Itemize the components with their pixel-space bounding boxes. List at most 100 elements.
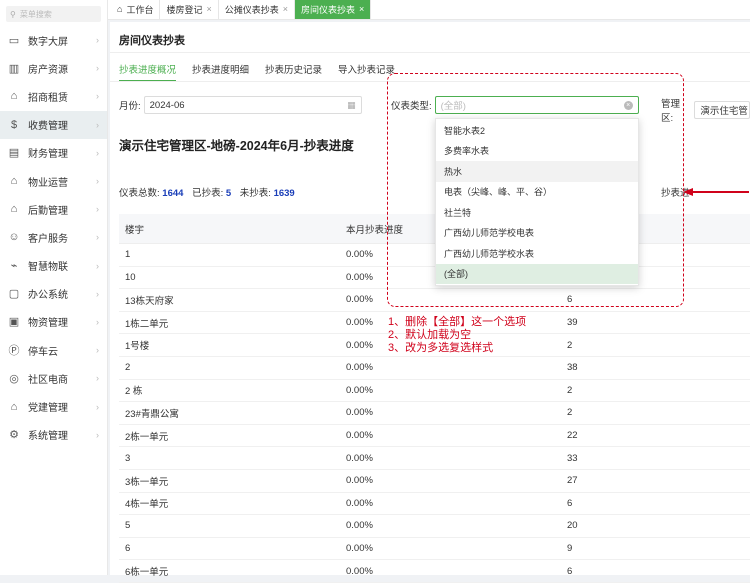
ledger-icon: ▤ xyxy=(8,147,20,160)
dropdown-option[interactable]: 多费率水表 xyxy=(436,141,638,162)
sidebar-item[interactable]: $ 收费管理 › xyxy=(0,110,107,139)
table-row: 2 栋 0.00% 2 xyxy=(119,380,750,403)
cell-progress: 0.00% xyxy=(346,384,373,396)
tab-label: 工作台 xyxy=(126,4,154,15)
sidebar-item[interactable]: ⚙ 系统管理 › xyxy=(0,421,107,449)
cell-count: 22 xyxy=(567,430,578,442)
cell-count: 6 xyxy=(567,294,573,306)
sidebar-item[interactable]: ▤ 财务管理 › xyxy=(0,139,107,167)
cell-count: 27 xyxy=(567,475,578,487)
cell-progress: 0.00% xyxy=(346,430,373,442)
menu-search-input[interactable]: ⚲ 菜单搜索 xyxy=(6,6,101,22)
tab-label: 楼房登记 xyxy=(166,4,203,15)
cell-building: 1号楼 xyxy=(125,341,150,353)
table-row: 23#青鼎公寓 0.00% 2 xyxy=(119,402,750,425)
cell-building: 3 xyxy=(125,452,131,464)
dropdown-option[interactable]: 热水 xyxy=(436,161,638,182)
briefcase-icon: ▢ xyxy=(8,288,20,301)
sidebar-item[interactable]: ⌂ 招商租赁 › xyxy=(0,82,107,110)
box-icon: ▣ xyxy=(8,316,20,329)
annotation-note: 1、删除【全部】这一个选项 2、默认加载为空 3、改为多选复选样式 xyxy=(388,316,526,355)
tab[interactable]: 楼房登记 × xyxy=(160,0,219,19)
tab-label: 公摊仪表抄表 xyxy=(224,4,279,15)
sidebar-item[interactable]: ⌂ 后勤管理 › xyxy=(0,195,107,223)
total-count: 1644 xyxy=(162,188,184,199)
subtab[interactable]: 导入抄表记录 xyxy=(338,62,395,82)
cell-building: 6 xyxy=(125,543,131,555)
money-bag-icon: $ xyxy=(10,118,18,131)
cell-count: 6 xyxy=(567,497,573,509)
meter-type-select[interactable]: (全部) × xyxy=(434,96,639,114)
report-title: 演示住宅管理区-地磅-2024年6月-抄表进度 xyxy=(119,139,354,153)
chevron-right-icon: › xyxy=(96,401,99,412)
chevron-right-icon: › xyxy=(96,204,99,215)
sidebar-item[interactable]: ▣ 物资管理 › xyxy=(0,308,107,336)
management-select[interactable]: 演示住宅管 xyxy=(694,101,750,119)
operations-icon: ⌂ xyxy=(10,175,18,188)
chevron-right-icon: › xyxy=(96,316,99,327)
dropdown-option[interactable]: (全部) xyxy=(436,263,638,284)
sidebar-item[interactable]: ▥ 房产资源 › xyxy=(0,54,107,82)
search-icon: ⚲ xyxy=(10,9,16,19)
tab[interactable]: 房间仪表抄表 × xyxy=(295,0,372,19)
parking-icon: Ⓟ xyxy=(8,345,20,358)
sidebar-item[interactable]: ☺ 客户服务 › xyxy=(0,223,107,251)
house-icon: ⌂ xyxy=(10,90,18,103)
cell-count: 39 xyxy=(567,317,578,329)
dropdown-option[interactable]: 智能水表2 xyxy=(436,120,638,141)
month-filter: 月份: 2024-06 ▦ xyxy=(119,96,362,114)
cell-count: 20 xyxy=(567,520,578,532)
cell-building: 23#青鼎公寓 xyxy=(125,408,179,420)
cell-count: 9 xyxy=(567,543,573,555)
sidebar-item-label: 数字大屏 xyxy=(28,36,68,48)
subtab[interactable]: 抄表进度概况 xyxy=(119,62,177,82)
total-label: 仪表总数: xyxy=(119,188,160,199)
subtab[interactable]: 抄表历史记录 xyxy=(265,62,322,82)
table-row: 5 0.00% 20 xyxy=(119,515,750,538)
close-icon[interactable]: × xyxy=(283,4,288,14)
cell-progress: 0.00% xyxy=(346,497,373,509)
sidebar-item[interactable]: ⌂ 物业运营 › xyxy=(0,167,107,195)
annotation-line: 2、默认加载为空 xyxy=(388,329,472,341)
sidebar-item[interactable]: ▭ 数字大屏 › xyxy=(0,26,107,54)
sidebar-item-label: 房产资源 xyxy=(28,64,68,76)
sidebar-item[interactable]: Ⓟ 停车云 › xyxy=(0,336,107,364)
cell-progress: 0.00% xyxy=(346,475,373,487)
sidebar-item-label: 招商租赁 xyxy=(28,92,68,104)
tab[interactable]: ⌂ 工作台 xyxy=(108,0,161,19)
cell-progress: 0.00% xyxy=(346,452,373,464)
close-icon[interactable]: × xyxy=(359,4,364,14)
cell-progress: 0.00% xyxy=(346,362,373,374)
table-row: 4栋一单元 0.00% 6 xyxy=(119,493,750,516)
cell-building: 6栋一单元 xyxy=(125,567,169,579)
month-picker[interactable]: 2024-06 ▦ xyxy=(143,96,362,114)
sidebar-item-label: 财务管理 xyxy=(28,149,68,161)
dropdown-option[interactable]: 广西幼儿师范学校电表 xyxy=(436,223,638,244)
chevron-right-icon: › xyxy=(96,345,99,356)
main-panel: 房间仪表抄表 抄表进度概况 抄表进度明细 抄表历史记录 导入抄表记录 月份: 2024… xyxy=(110,22,750,583)
sidebar-item[interactable]: ◎ 社区电商 › xyxy=(0,364,107,392)
sidebar-item[interactable]: ⌂ 党建管理 › xyxy=(0,392,107,420)
dropdown-option[interactable]: 广西幼儿师范学校水表 xyxy=(436,243,638,264)
sidebar-item-label: 物业运营 xyxy=(28,177,68,189)
clear-icon[interactable]: × xyxy=(623,100,633,110)
divider xyxy=(110,81,750,82)
cell-progress: 0.00% xyxy=(346,407,373,419)
close-icon[interactable]: × xyxy=(206,4,211,14)
subtab[interactable]: 抄表进度明细 xyxy=(192,62,249,82)
table-row: 3 0.00% 33 xyxy=(119,447,750,470)
stats-summary: 仪表总数: 1644 已抄表: 5 未抄表: 1639 xyxy=(119,185,301,199)
logistics-icon: ⌂ xyxy=(10,203,18,216)
dropdown-option[interactable]: 电表（尖峰、峰、平、谷） xyxy=(436,182,638,203)
management-filter: 管理区: 演示住宅管 xyxy=(661,96,750,124)
cell-building: 2 xyxy=(125,362,131,374)
sidebar-item-label: 收费管理 xyxy=(28,121,68,133)
sidebar-item[interactable]: ⌁ 智慧物联 › xyxy=(0,252,107,280)
sidebar-item[interactable]: ▢ 办公系统 › xyxy=(0,280,107,308)
sidebar-item-label: 智慧物联 xyxy=(28,262,68,274)
menu-search-placeholder: 菜单搜索 xyxy=(19,9,52,19)
dropdown-option[interactable]: 社兰特 xyxy=(436,202,638,223)
chevron-right-icon: › xyxy=(96,429,99,440)
tab[interactable]: 公摊仪表抄表 × xyxy=(219,0,296,19)
table-row: 3栋一单元 0.00% 27 xyxy=(119,470,750,493)
